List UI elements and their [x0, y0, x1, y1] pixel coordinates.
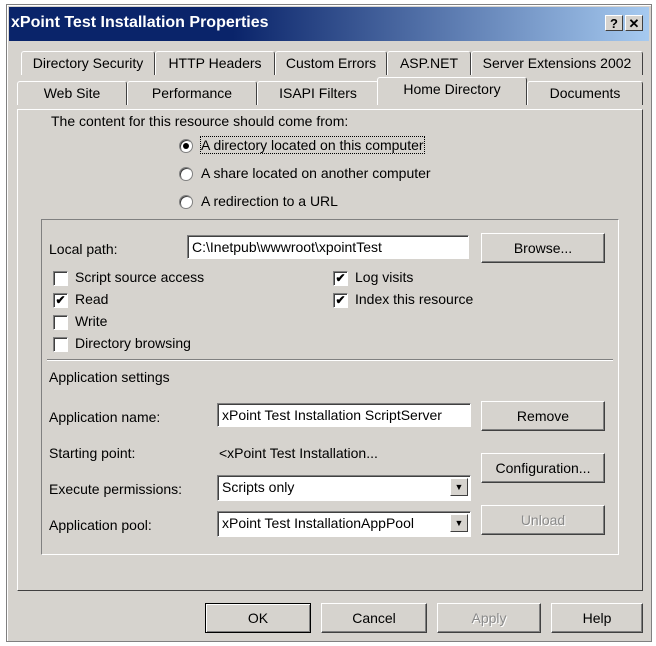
radio-local-directory-label[interactable]: A directory located on this computer	[200, 136, 425, 154]
log-visits-label[interactable]: Log visits	[355, 269, 413, 285]
radio-network-share-label[interactable]: A share located on another computer	[201, 165, 431, 181]
configuration-button[interactable]: Configuration...	[481, 453, 605, 483]
help-button[interactable]: Help	[551, 603, 643, 633]
apply-button[interactable]: Apply	[437, 603, 541, 633]
script-source-label[interactable]: Script source access	[75, 269, 204, 285]
settings-divider	[47, 359, 613, 361]
app-name-input[interactable]: xPoint Test Installation ScriptServer	[217, 403, 471, 427]
directory-browsing-checkbox[interactable]	[53, 337, 68, 352]
local-path-input[interactable]: C:\Inetpub\wwwroot\xpointTest	[187, 235, 469, 259]
script-source-checkbox[interactable]	[53, 271, 68, 286]
radio-local-directory[interactable]	[179, 139, 193, 153]
radio-redirect-url[interactable]	[179, 195, 193, 209]
browse-button[interactable]: Browse...	[481, 233, 605, 263]
write-checkbox[interactable]	[53, 315, 68, 330]
radio-network-share[interactable]	[179, 167, 193, 181]
execute-permissions-select[interactable]: Scripts only ▼	[217, 475, 471, 501]
chevron-down-icon[interactable]: ▼	[450, 514, 468, 532]
local-path-label: Local path:	[49, 241, 118, 257]
unload-button[interactable]: Unload	[481, 505, 605, 535]
remove-button[interactable]: Remove	[481, 401, 605, 431]
ok-button[interactable]: OK	[205, 603, 311, 633]
starting-point-value: <xPoint Test Installation...	[219, 445, 378, 461]
execute-permissions-value: Scripts only	[222, 479, 295, 495]
write-label[interactable]: Write	[75, 313, 107, 329]
execute-permissions-label: Execute permissions:	[49, 481, 183, 497]
radio-redirect-url-label[interactable]: A redirection to a URL	[201, 193, 338, 209]
app-pool-label: Application pool:	[49, 517, 152, 533]
app-name-label: Application name:	[49, 409, 161, 425]
properties-dialog: xPoint Test Installation Properties ? ✕ …	[6, 4, 652, 642]
app-pool-select[interactable]: xPoint Test InstallationAppPool ▼	[217, 511, 471, 537]
starting-point-label: Starting point:	[49, 445, 136, 461]
cancel-button[interactable]: Cancel	[321, 603, 427, 633]
content-source-label: The content for this resource should com…	[51, 113, 349, 129]
app-settings-heading: Application settings	[49, 369, 170, 385]
chevron-down-icon[interactable]: ▼	[450, 478, 468, 496]
index-resource-checkbox[interactable]: ✔	[333, 293, 348, 308]
read-checkbox[interactable]: ✔	[53, 293, 68, 308]
log-visits-checkbox[interactable]: ✔	[333, 271, 348, 286]
read-label[interactable]: Read	[75, 291, 108, 307]
directory-browsing-label[interactable]: Directory browsing	[75, 335, 191, 351]
index-resource-label[interactable]: Index this resource	[355, 291, 473, 307]
app-pool-value: xPoint Test InstallationAppPool	[222, 515, 414, 531]
